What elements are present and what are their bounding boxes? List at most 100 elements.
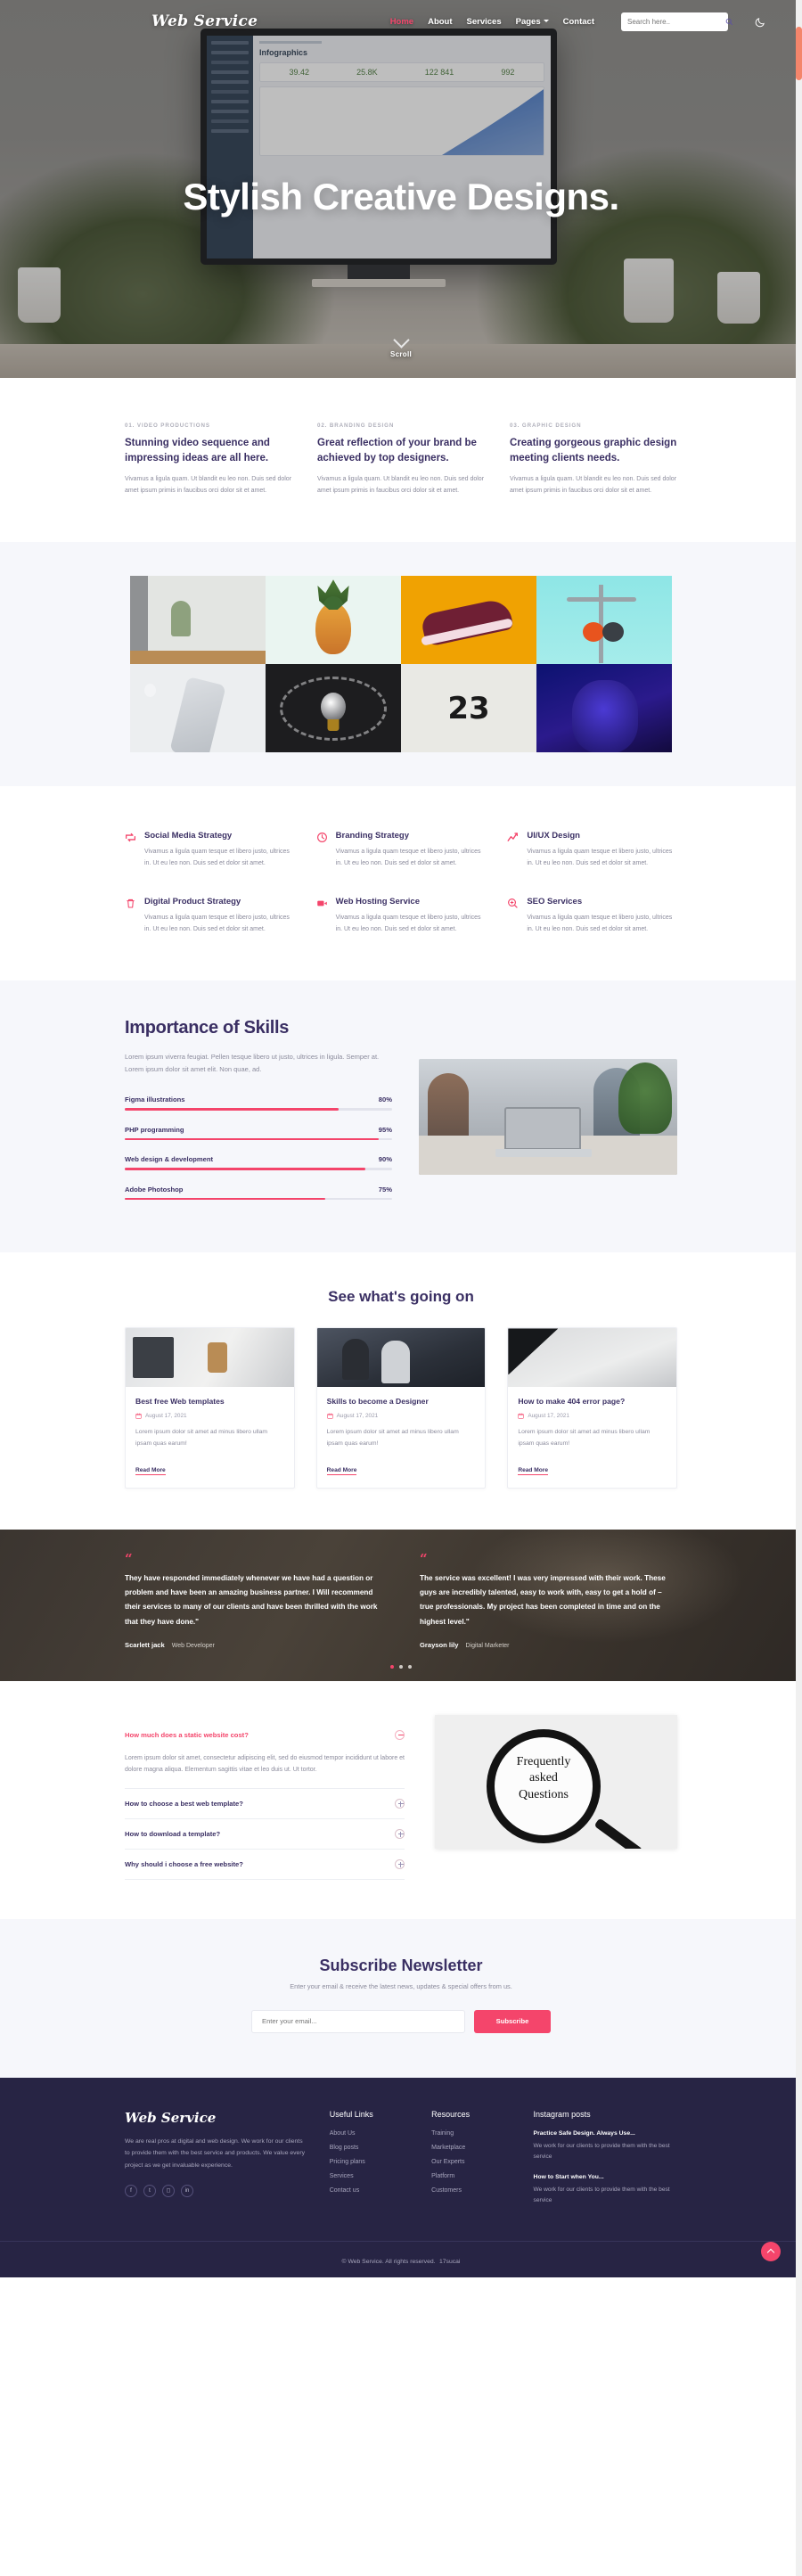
nav-link-pages[interactable]: Pages — [516, 17, 549, 27]
blog-card-date-text: August 17, 2021 — [145, 1413, 187, 1420]
footer-logo[interactable]: Web Service — [125, 2110, 307, 2126]
footer-link[interactable]: Blog posts — [330, 2145, 408, 2151]
blog-card[interactable]: Best free Web templates August 17, 2021 … — [125, 1327, 295, 1489]
footer-link[interactable]: About Us — [330, 2130, 408, 2137]
blog-card-excerpt: Lorem ipsum dolor sit amet ad minus libe… — [135, 1429, 268, 1448]
feature-heading: Great reflection of your brand be achiev… — [317, 438, 477, 464]
faq-item[interactable]: How much does a static website cost? Lor… — [125, 1720, 405, 1789]
plus-circle-icon[interactable] — [395, 1798, 405, 1809]
gallery-item-ear-protectors[interactable] — [536, 576, 672, 665]
video-camera-icon — [316, 900, 327, 907]
nav-link-services[interactable]: Services — [467, 17, 502, 27]
blog-card-image — [316, 1328, 486, 1388]
moon-icon[interactable] — [755, 16, 766, 28]
scroll-indicator[interactable]: Scroll — [389, 332, 413, 358]
chevron-down-icon — [392, 332, 410, 349]
newsletter-section: Subscribe Newsletter Enter your email & … — [0, 1918, 802, 2078]
faq-item[interactable]: Why should i choose a free website? — [125, 1850, 405, 1880]
minus-circle-icon[interactable] — [395, 1729, 405, 1740]
footer-link[interactable]: Our Experts — [431, 2159, 510, 2165]
hero-copy: Stylish Creative Designs. — [0, 0, 802, 378]
newsletter-subtext: Enter your email & receive the latest ne… — [290, 1981, 512, 1990]
service-title: Social Media Strategy — [144, 831, 233, 841]
footer-column-useful-links: Useful Links About Us Blog posts Pricing… — [330, 2110, 408, 2218]
instagram-post-item[interactable]: How to Start when You... We work for our… — [534, 2174, 677, 2207]
scroll-to-top-button[interactable] — [761, 2241, 781, 2261]
instagram-post-title: Practice Safe Design. Always Use... — [533, 2129, 635, 2137]
footer-link[interactable]: Customers — [431, 2187, 510, 2194]
facebook-icon[interactable]: f — [125, 2184, 137, 2197]
skills-heading: Importance of Skills — [125, 1017, 290, 1038]
faq-item[interactable]: How to choose a best web template? — [125, 1789, 405, 1819]
footer-column-title: Useful Links — [329, 2109, 373, 2119]
site-footer: Web Service We are real pros at digital … — [0, 2077, 802, 2277]
nav-links: Home About Services Pages Contact — [390, 12, 766, 31]
faq-image: Frequently asked Questions — [435, 1714, 677, 1849]
footer-link[interactable]: Contact us — [330, 2187, 408, 2194]
faq-question: How to choose a best web template? — [125, 1799, 243, 1808]
service-body: Vivamus a ligula quam tesque et libero j… — [527, 915, 673, 933]
blog-card-title: How to make 404 error page? — [518, 1397, 626, 1407]
feature-heading: Creating gorgeous graphic design meeting… — [510, 438, 677, 464]
carousel-dot-2[interactable] — [399, 1664, 403, 1669]
social-links: f t ◻ in — [125, 2184, 307, 2197]
gallery-item-neon-portrait[interactable] — [536, 664, 672, 753]
faq-image-text-line2: asked — [529, 1771, 558, 1785]
plus-circle-icon[interactable] — [395, 1828, 405, 1839]
skill-track — [125, 1168, 392, 1170]
testimonial-item: “ The service was excellent! I was very … — [420, 1552, 677, 1649]
gallery-item-lightbulb-chalkboard[interactable] — [266, 664, 401, 753]
blog-card[interactable]: Skills to become a Designer August 17, 2… — [315, 1327, 487, 1489]
blog-card[interactable]: How to make 404 error page? August 17, 2… — [507, 1327, 677, 1489]
blog-card-read-more[interactable]: Read More — [326, 1467, 357, 1475]
footer-link[interactable]: Pricing plans — [330, 2159, 408, 2165]
blog-card-read-more[interactable]: Read More — [518, 1467, 549, 1475]
blog-card-excerpt: Lorem ipsum dolor sit amet ad minus libe… — [518, 1429, 651, 1448]
plus-circle-icon[interactable] — [395, 1858, 405, 1869]
service-body: Vivamus a ligula quam tesque et libero j… — [144, 849, 290, 867]
gallery-item-coffee-cup-holder[interactable] — [130, 576, 266, 665]
feature-body: Vivamus a ligula quam. Ut blandit eu leo… — [125, 476, 292, 495]
quote-icon: “ — [125, 1550, 133, 1567]
feature-kicker: 02. BRANDING DESIGN — [317, 422, 395, 429]
instagram-post-item[interactable]: Practice Safe Design. Always Use... We w… — [534, 2130, 677, 2163]
footer-link[interactable]: Services — [330, 2173, 408, 2179]
nav-link-about[interactable]: About — [428, 17, 452, 27]
blog-card-date-text: August 17, 2021 — [336, 1413, 379, 1420]
footer-link[interactable]: Training — [431, 2130, 510, 2137]
blog-section: See what's going on Best free Web templa… — [0, 1252, 802, 1530]
twitter-icon[interactable]: t — [143, 2184, 156, 2197]
scroll-label: Scroll — [389, 350, 413, 358]
portfolio-gallery-section: 23 — [0, 542, 802, 787]
feature-body: Vivamus a ligula quam. Ut blandit eu leo… — [510, 476, 677, 495]
gallery-item-number-23[interactable]: 23 — [401, 664, 536, 753]
skills-section: Importance of Skills Lorem ipsum viverra… — [0, 980, 802, 1253]
footer-link[interactable]: Marketplace — [431, 2145, 510, 2151]
linkedin-icon[interactable]: in — [181, 2184, 193, 2197]
carousel-dot-3[interactable] — [408, 1664, 412, 1669]
gallery-item-red-sneaker[interactable] — [401, 576, 536, 665]
copyright-link[interactable]: 17sucai — [439, 2259, 460, 2265]
blog-card-read-more[interactable]: Read More — [135, 1467, 166, 1475]
page-scrollbar[interactable] — [796, 0, 802, 2576]
nav-link-home[interactable]: Home — [390, 17, 413, 27]
trash-icon — [127, 899, 135, 908]
search-box[interactable] — [621, 12, 733, 31]
feature-card: 03. GRAPHIC DESIGN Creating gorgeous gra… — [510, 422, 677, 497]
gallery-item-pineapple[interactable] — [266, 576, 401, 665]
nav-link-contact[interactable]: Contact — [563, 17, 594, 27]
instagram-icon[interactable]: ◻ — [162, 2184, 175, 2197]
gallery-item-smartphone[interactable] — [130, 664, 266, 753]
footer-link[interactable]: Platform — [431, 2173, 510, 2179]
skill-bar-row: Web design & development 90% — [125, 1155, 392, 1170]
search-input[interactable] — [627, 17, 725, 26]
footer-column-title: Instagram posts — [533, 2109, 591, 2119]
faq-item[interactable]: How to download a template? — [125, 1819, 405, 1850]
newsletter-email-input[interactable] — [251, 2009, 465, 2033]
carousel-dot-1[interactable] — [390, 1664, 394, 1669]
search-icon[interactable] — [725, 18, 733, 26]
subscribe-button[interactable]: Subscribe — [474, 2009, 551, 2033]
site-logo[interactable]: Web Service — [151, 12, 258, 30]
footer-instagram-posts: Instagram posts Practice Safe Design. Al… — [534, 2110, 677, 2218]
newsletter-form: Subscribe — [0, 2009, 802, 2033]
